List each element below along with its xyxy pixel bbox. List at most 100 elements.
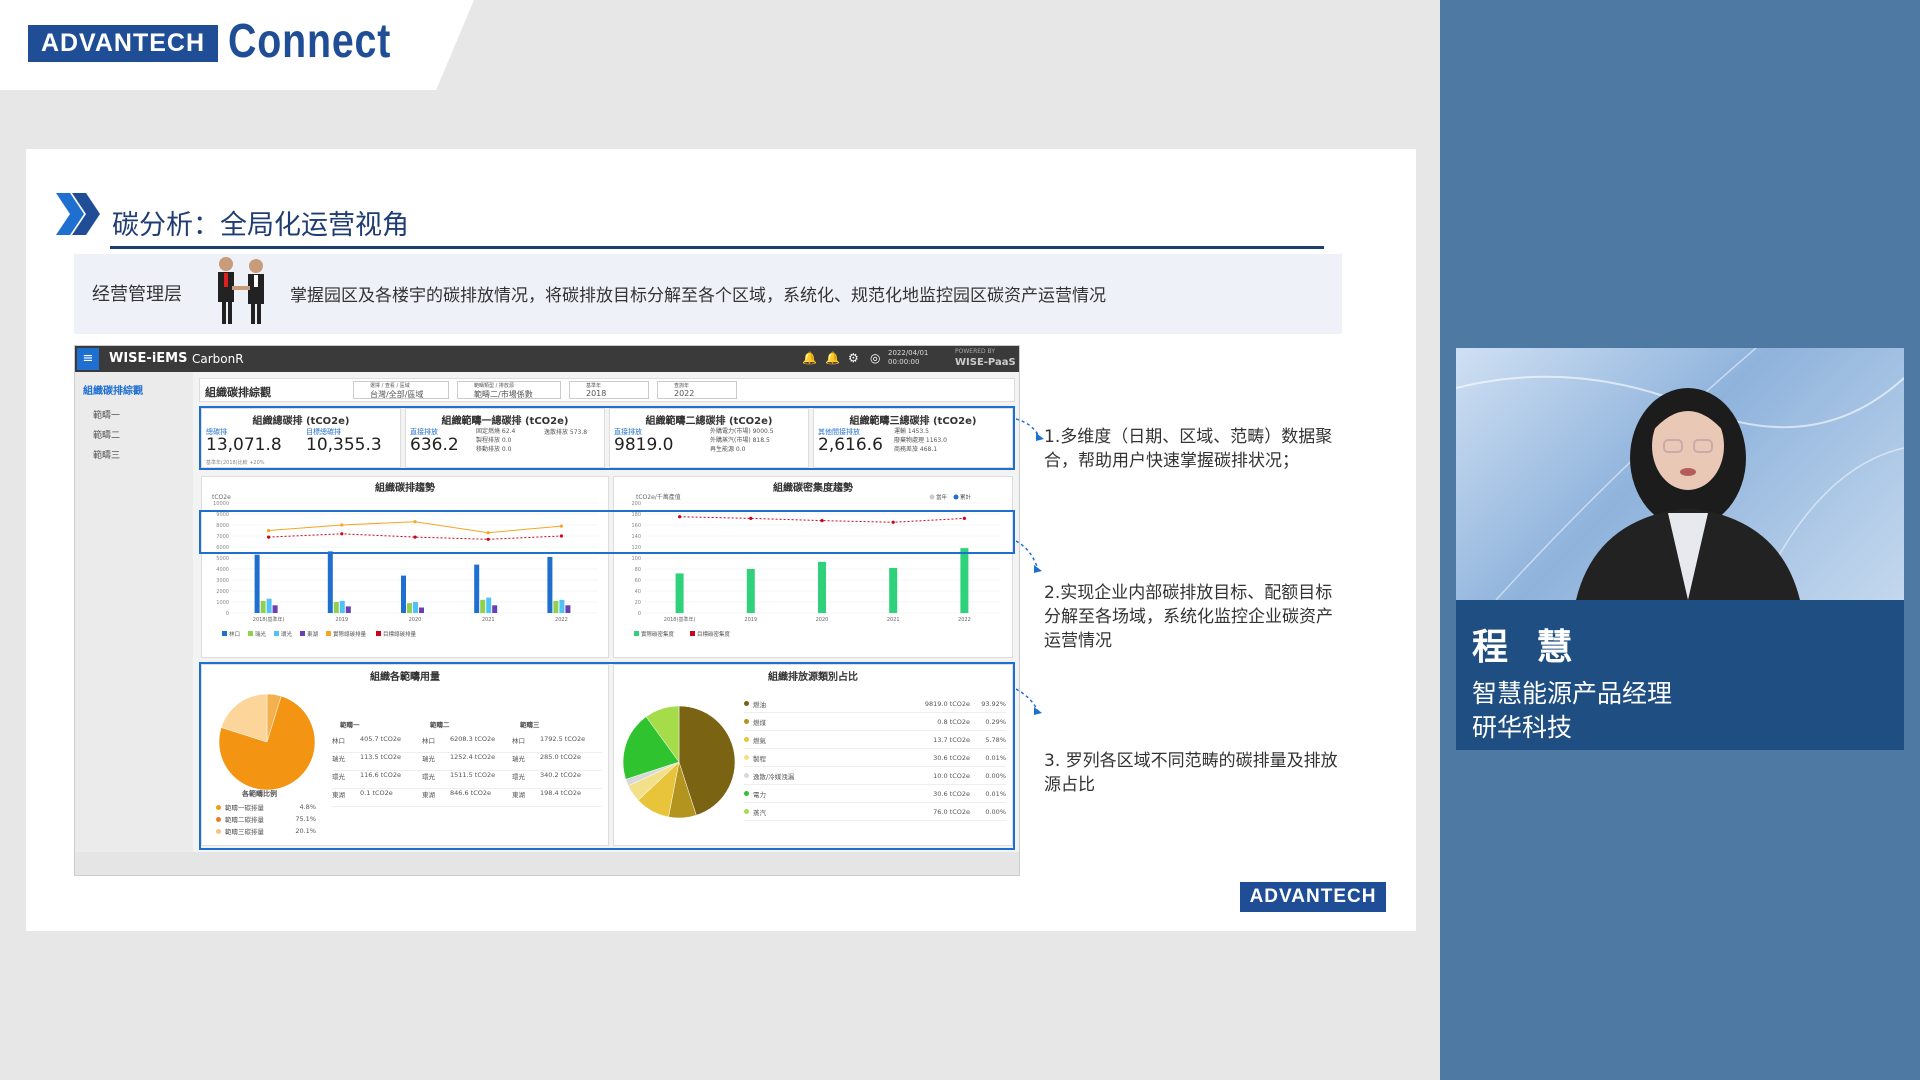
connect-logo: Connect [228, 15, 392, 68]
trend-bar-東湖 [345, 606, 351, 613]
layer-label: 经营管理层 [92, 284, 182, 305]
note-3: 3. 罗列各区域不同范畴的碳排量及排放源占比 [1044, 751, 1338, 795]
presenter-title: 智慧能源产品经理 [1472, 679, 1673, 708]
trend-legend-label: 目標總碳排量 [383, 630, 417, 638]
trend-legend-label: 實際總碳排量 [333, 630, 367, 638]
trend-legend-label: 瑞光 [255, 630, 267, 638]
base-year-select[interactable]: 基準年 2018 [569, 381, 649, 399]
layer-description: 掌握园区及各楼宇的碳排放情况，将碳排放目标分解至各个区域，系统化、规范化地监控园… [290, 286, 1106, 306]
trend-x-tick: 2022 [555, 617, 568, 623]
intensity-bar [818, 561, 826, 613]
sidebar-item-scope1[interactable]: 範疇一 [93, 408, 120, 421]
intensity-bar [675, 573, 684, 613]
intensity-y-tick: 40 [635, 589, 641, 595]
trend-bar-環光 [413, 602, 418, 613]
dashboard-screenshot: ≡ WISE-iEMS CarbonR 🔔 🔔 ⚙ ◎ 2022/04/01 0… [74, 345, 1020, 876]
app-datetime: 2022/04/01 00:00:00 [888, 349, 929, 366]
presenter-name-card: 程 慧 智慧能源产品经理 研华科技 [1456, 600, 1904, 750]
trend-x-tick: 2021 [482, 617, 495, 623]
trend-y-tick: 5000 [216, 556, 229, 562]
trend-bar-瑞光 [407, 603, 412, 613]
note-1: 1.多维度（日期、区域、范畴）数据聚合，帮助用户快速掌握碳排状况； [1044, 427, 1333, 471]
trend-legend-swatch [222, 631, 227, 636]
trend-legend-swatch [274, 631, 279, 636]
advantech-logo: ADVANTECH [28, 25, 218, 62]
trend-bar-瑞光 [333, 602, 339, 613]
trend-chart-card: 組織碳排趨勢 tCO2e 0 1000 2000 3000 4000 5000 6000 700… [201, 476, 609, 658]
trend-legend-swatch [376, 631, 381, 636]
trend-bar-環光 [486, 597, 492, 613]
trend-bar-東湖 [565, 605, 571, 613]
trend-bar-林口 [254, 554, 260, 613]
intensity-y-tick: 100 [631, 556, 641, 562]
intensity-legend-label: 目標碳密集度 [697, 630, 731, 638]
sidebar-item-scope3[interactable]: 範疇三 [93, 448, 120, 461]
settings-icon[interactable]: ⚙ [848, 351, 859, 365]
presenter-name: 程 慧 [1472, 627, 1581, 668]
trend-legend-swatch [248, 631, 253, 636]
slide-title: 碳分析：全局化运营视角 [112, 210, 409, 241]
trend-x-tick: 2019 [335, 617, 348, 623]
trend-bar-東湖 [419, 607, 424, 613]
trend-legend-label: 東湖 [307, 630, 319, 638]
trend-y-tick: 10000 [213, 501, 229, 507]
intensity-bar [746, 569, 755, 613]
intensity-y-tick: 0 [638, 611, 641, 617]
trend-bar-林口 [547, 556, 553, 613]
title-underline [110, 246, 1324, 249]
trend-legend-swatch [326, 631, 331, 636]
chevron-right-icon [56, 193, 100, 235]
intensity-bar [889, 567, 898, 613]
trend-bar-東湖 [272, 605, 278, 613]
intensity-y-tick: 80 [635, 567, 641, 573]
intensity-toggle-radio [953, 494, 959, 500]
trend-y-tick: 3000 [216, 578, 229, 584]
trend-bar-環光 [339, 600, 345, 613]
trend-bar-環光 [559, 599, 565, 613]
intensity-y-tick: 200 [631, 501, 641, 507]
trend-bar-瑞光 [480, 599, 486, 613]
trend-bar-林口 [401, 575, 406, 613]
intensity-x-tick: 2019 [744, 617, 757, 623]
trend-bar-環光 [266, 598, 272, 613]
intensity-x-tick: 2021 [887, 617, 900, 623]
user-icon[interactable]: ◎ [870, 351, 880, 365]
intensity-chart-card: 組織碳密集度趨勢 tCO2e/千萬產值 當年 累計 0 20 40 60 80 100 120 14… [613, 476, 1013, 658]
sidebar-title[interactable]: 組織碳排綜觀 [83, 382, 143, 397]
trend-bar-林口 [474, 564, 480, 613]
intensity-legend-label: 實際碳密集度 [641, 630, 675, 638]
trend-y-tick: 2000 [216, 589, 229, 595]
page-title: 組織碳排綜觀 [205, 386, 271, 399]
top-brand-bar: ADVANTECH Connect [0, 0, 1440, 90]
highlight-box-target [199, 510, 1015, 554]
advantech-footer-logo: ADVANTECH [1240, 882, 1386, 912]
presenter-video [1456, 348, 1904, 600]
trend-bar-瑞光 [553, 600, 559, 613]
presenter-company: 研华科技 [1472, 713, 1573, 742]
note-2: 2.实现企业内部碳排放目标、配额目标分解至各场域，系统化监控企业碳资产运营情况 [1044, 583, 1333, 651]
trend-x-tick: 2018(基準年) [253, 616, 285, 623]
region-filter[interactable]: 選擇 / 查看 / 區域 台灣/全部/區域 [353, 381, 449, 399]
app-module: CarbonR [192, 352, 244, 366]
intensity-bar [960, 548, 969, 613]
menu-icon[interactable]: ≡ [77, 348, 99, 370]
presentation-slide: 碳分析：全局化运营视角 经营管理层 掌握园区及各楼宇的碳排放情况，将碳排放目标分… [26, 149, 1416, 931]
trend-y-tick: 4000 [216, 567, 229, 573]
highlight-box-kpi [199, 406, 1015, 470]
intensity-x-tick: 2022 [958, 617, 971, 623]
sidebar-item-scope2[interactable]: 範疇二 [93, 428, 120, 441]
notification-icon[interactable]: 🔔 [802, 351, 817, 365]
query-year-select[interactable]: 查詢年 2022 [657, 381, 737, 399]
highlight-box-usage [199, 662, 1015, 850]
intensity-y-tick: 20 [635, 600, 641, 606]
scope-filter[interactable]: 範疇類型 / 排放源 範疇二/市場係數 [457, 381, 561, 399]
app-name: WISE-iEMS [109, 351, 188, 366]
intensity-unit-label: tCO2e/千萬產值 [636, 493, 681, 501]
intensity-y-tick: 60 [635, 578, 641, 584]
intensity-legend-swatch [634, 631, 639, 636]
intensity-toggle-label: 當年 [936, 493, 948, 501]
alarm-icon[interactable]: 🔔 [825, 351, 840, 365]
intensity-x-tick: 2020 [816, 617, 829, 623]
intensity-toggle-radio [929, 494, 935, 500]
intensity-x-tick: 2018(基準年) [664, 616, 696, 623]
